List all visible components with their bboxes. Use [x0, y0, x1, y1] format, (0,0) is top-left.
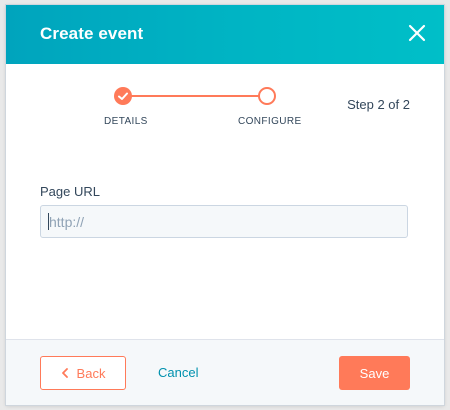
- step-label-details: DETAILS: [104, 116, 148, 127]
- checkmark-icon: [118, 92, 128, 100]
- chevron-left-icon: [61, 368, 68, 378]
- dialog-title: Create event: [40, 24, 144, 43]
- progress-stepper: DETAILS CONFIGURE Step 2 of 2: [6, 64, 444, 134]
- save-button[interactable]: Save: [339, 356, 410, 390]
- cancel-button[interactable]: Cancel: [158, 356, 198, 390]
- dialog-footer: Back Cancel Save: [6, 339, 444, 405]
- page-url-label: Page URL: [40, 184, 100, 199]
- text-cursor: [48, 213, 49, 230]
- step-label-configure: CONFIGURE: [238, 116, 302, 127]
- back-button[interactable]: Back: [40, 356, 126, 390]
- close-button[interactable]: [406, 22, 428, 44]
- dialog-header: Create event: [6, 5, 444, 64]
- step-details-complete-dot: [114, 87, 132, 105]
- create-event-dialog: Create event DETAILS CONFIGURE Step 2 of…: [6, 5, 444, 405]
- close-icon: [408, 24, 426, 42]
- back-button-label: Back: [76, 365, 106, 381]
- step-configure-current-dot: [258, 87, 276, 105]
- step-counter: Step 2 of 2: [347, 97, 410, 112]
- page-url-input[interactable]: [40, 205, 408, 238]
- stepper-connector: [130, 95, 266, 97]
